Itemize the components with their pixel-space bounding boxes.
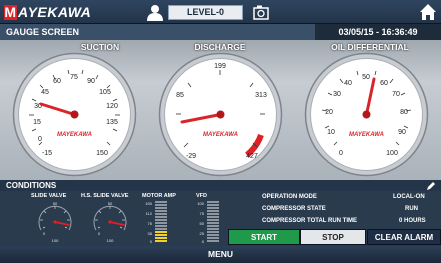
suction-tick: 120 — [106, 103, 118, 110]
oil-tick: 70 — [392, 91, 400, 98]
oil-tick: 20 — [325, 109, 333, 116]
discharge-tick: 313 — [255, 92, 267, 99]
vfd-tick: 75 — [200, 211, 205, 216]
edit-pencil-icon[interactable] — [426, 181, 436, 191]
stop-button[interactable]: STOP — [300, 229, 366, 245]
motor-amp-tick: 75 — [148, 221, 153, 226]
discharge-gauge-label: DISCHARGE — [194, 42, 246, 52]
oil-differential-gauge-label: OIL DIFFERENTIAL — [331, 42, 409, 52]
discharge-gauge: -29 85 199 313 427 MAYEKAWA — [158, 52, 283, 177]
hs-slide-valve-label: H.S. SLIDE VALVE — [81, 193, 129, 199]
motor-amp-tick: 0 — [150, 239, 153, 244]
motor-amp-label: MOTOR AMP — [142, 193, 176, 199]
compressor-state-value: RUN — [405, 206, 418, 212]
hs-slide-valve-tick: 50 — [108, 201, 113, 206]
screen-title-bar: GAUGE SCREEN 03/05/15 - 16:36:49 — [0, 24, 441, 40]
slide-valve-tick: 100 — [52, 238, 59, 243]
slide-valve-needle — [54, 221, 70, 226]
suction-tick: 150 — [96, 150, 108, 157]
run-time-value: 0 HOURS — [399, 218, 426, 224]
gauge-brand-logo: MAYEKAWA — [349, 132, 384, 138]
top-bar: MAYEKAWA LEVEL-0 — [0, 0, 441, 24]
page-title: GAUGE SCREEN — [6, 27, 80, 37]
gauge-hub — [362, 110, 371, 119]
suction-tick: 90 — [87, 78, 95, 85]
slide-valve-gauge: 0 50 100 — [38, 201, 72, 243]
vfd-tick: 25 — [200, 231, 205, 236]
oil-tick: 10 — [327, 129, 335, 136]
vfd-tick: 0 — [202, 239, 205, 244]
datetime-display: 03/05/15 - 16:36:49 — [315, 24, 441, 40]
gauge-brand-logo: MAYEKAWA — [203, 132, 238, 138]
motor-amp-tick: 150 — [145, 201, 152, 206]
slide-valve-tick: 50 — [53, 201, 58, 206]
suction-tick: 15 — [33, 119, 41, 126]
user-icon[interactable] — [146, 3, 164, 21]
mayekawa-logo: MAYEKAWA — [4, 4, 92, 20]
hs-slide-valve-needle — [109, 221, 125, 226]
discharge-tick: 427 — [246, 153, 258, 160]
hs-slide-valve-tick: 0 — [98, 231, 101, 236]
slide-valve-label: SLIDE VALVE — [31, 193, 67, 199]
suction-tick: 105 — [99, 89, 111, 96]
gauge-hub — [70, 110, 79, 119]
camera-icon[interactable] — [253, 4, 269, 20]
oil-differential-gauge: 0 10 20 30 40 50 60 70 80 90 100 MAYEKAW… — [304, 52, 429, 177]
run-time-label: COMPRESSOR TOTAL RUN TIME — [262, 218, 358, 224]
gauge-panel: SUCTION DISCHARGE OIL DIFFERENTIAL -15 0… — [0, 40, 441, 180]
hs-slide-valve-gauge: 0 50 100 — [93, 201, 127, 243]
oil-tick: 0 — [339, 150, 343, 157]
gauge-hub — [216, 110, 225, 119]
suction-gauge-label: SUCTION — [80, 42, 120, 52]
suction-tick: -15 — [42, 150, 52, 157]
menu-button[interactable]: MENU — [0, 246, 441, 263]
discharge-tick: 199 — [214, 63, 226, 70]
vfd-bar: 100 75 50 25 0 — [197, 201, 219, 244]
suction-tick: 0 — [38, 136, 42, 143]
suction-tick: 75 — [70, 74, 78, 81]
oil-tick: 60 — [380, 80, 388, 87]
clear-alarm-button[interactable]: CLEAR ALARM — [367, 229, 441, 245]
oil-tick: 40 — [344, 80, 352, 87]
oil-tick: 100 — [386, 150, 398, 157]
oil-tick: 30 — [333, 91, 341, 98]
vfd-tick: 50 — [200, 221, 205, 226]
oil-tick: 50 — [362, 74, 370, 81]
suction-tick: 45 — [41, 89, 49, 96]
vfd-tick: 100 — [197, 201, 204, 206]
operation-mode-value: LOCAL-ON — [393, 194, 425, 200]
conditions-header: CONDITIONS — [0, 180, 441, 191]
suction-tick: 135 — [106, 119, 118, 126]
gauge-brand-logo: MAYEKAWA — [57, 132, 92, 138]
oil-tick: 80 — [400, 109, 408, 116]
motor-amp-tick: 38 — [148, 231, 153, 236]
oil-tick: 90 — [398, 129, 406, 136]
slide-valve-tick: 0 — [43, 231, 46, 236]
discharge-tick: 85 — [176, 92, 184, 99]
start-button[interactable]: START — [228, 229, 300, 245]
conditions-title: CONDITIONS — [6, 181, 57, 190]
suction-gauge: -15 0 15 30 45 60 75 90 105 120 135 150 … — [12, 52, 137, 177]
vfd-label: VFD — [196, 193, 207, 199]
suction-tick: 60 — [53, 78, 61, 85]
operation-mode-label: OPERATION MODE — [262, 194, 317, 200]
compressor-state-label: COMPRESSOR STATE — [262, 206, 326, 212]
user-level-field[interactable]: LEVEL-0 — [168, 5, 243, 20]
home-icon[interactable] — [419, 3, 437, 21]
discharge-tick: -29 — [186, 153, 196, 160]
motor-amp-bar: 150 112 75 38 0 — [145, 201, 167, 244]
motor-amp-tick: 112 — [146, 211, 153, 216]
hs-slide-valve-tick: 100 — [107, 238, 114, 243]
